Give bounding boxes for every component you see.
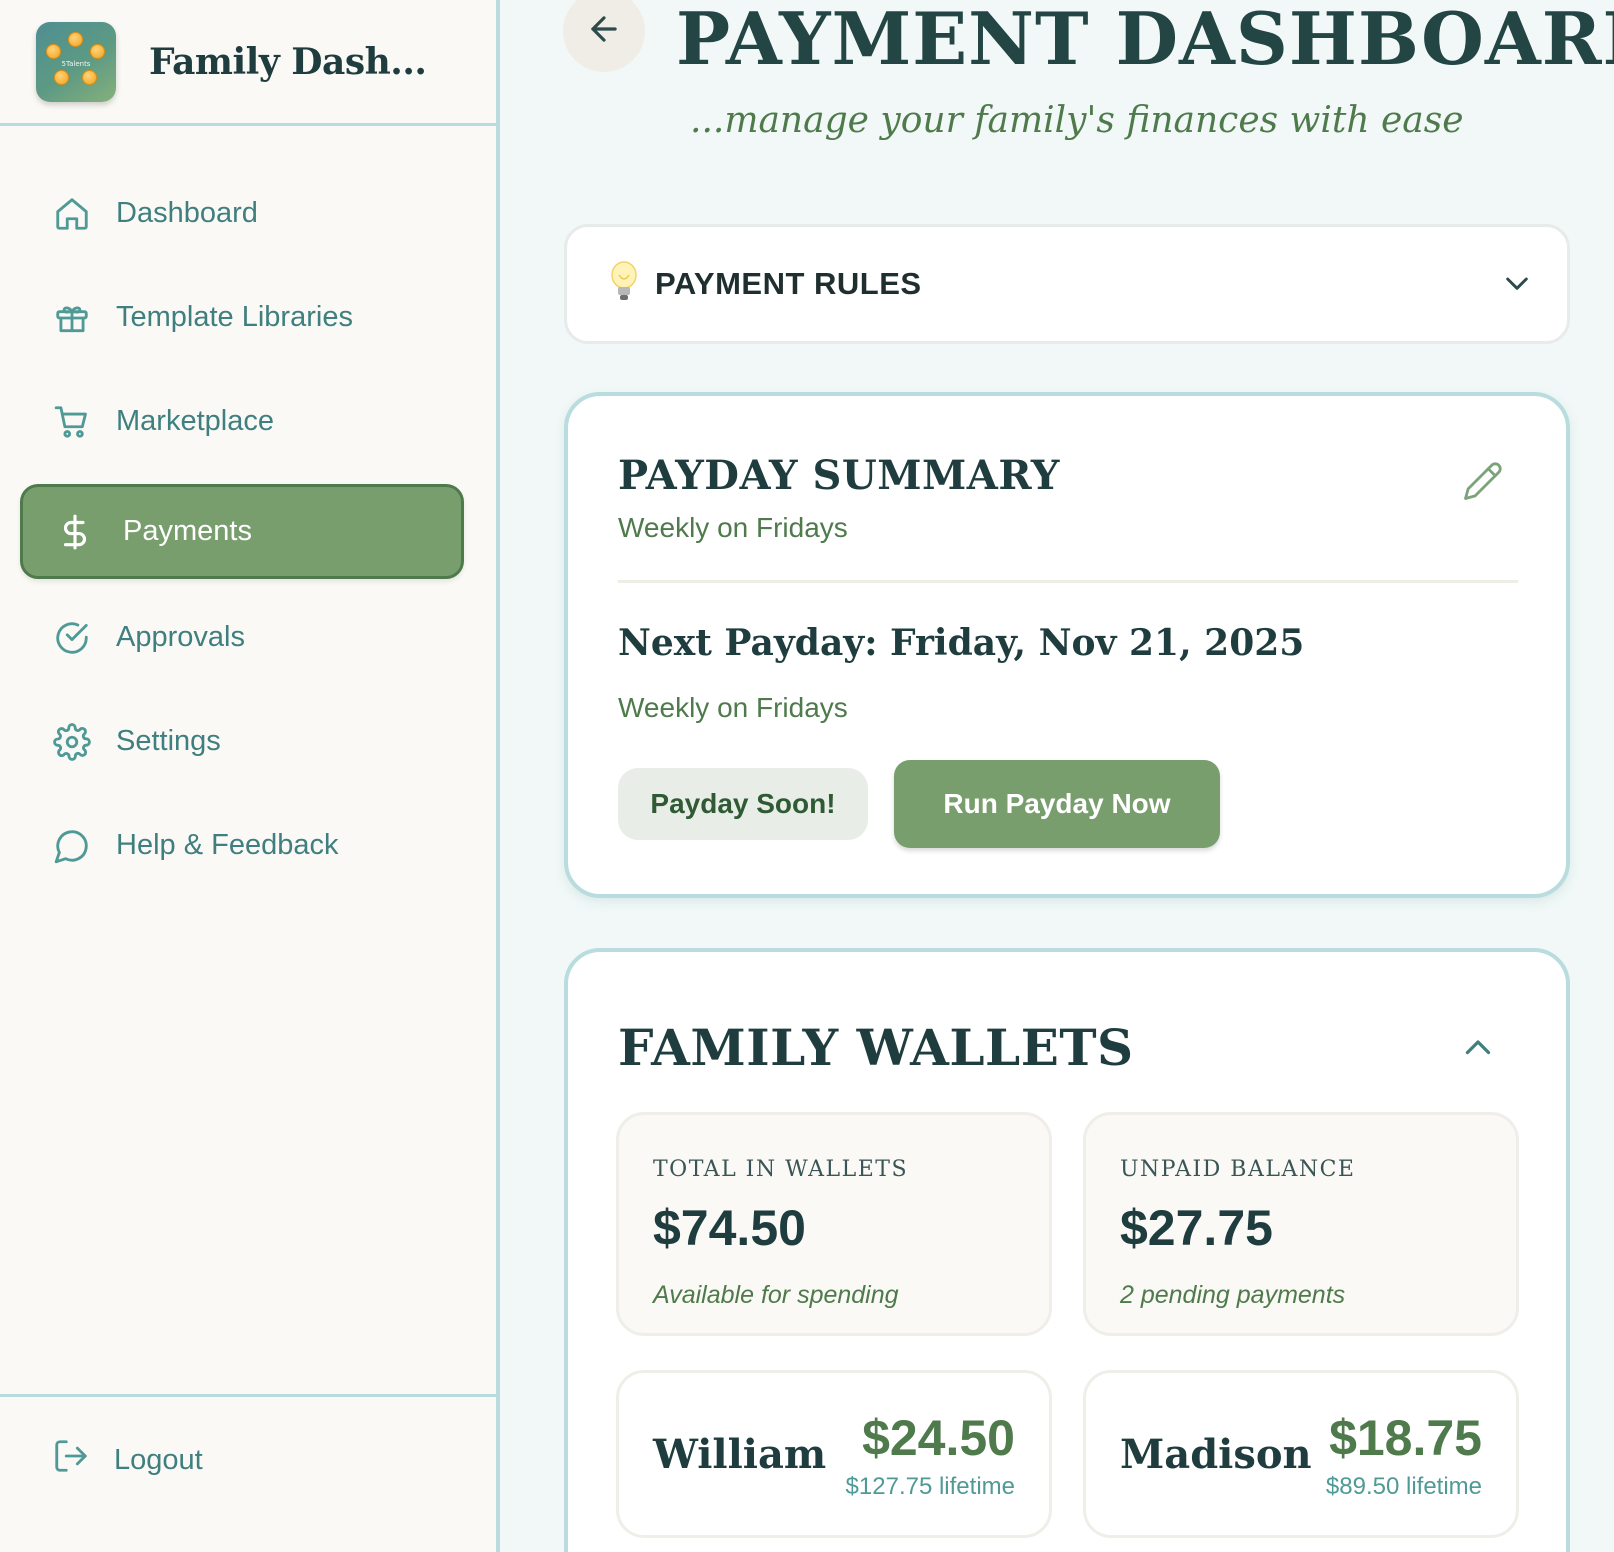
member-balance: $18.75 [1329,1410,1482,1466]
run-payday-button[interactable]: Run Payday Now [894,760,1220,848]
divider [618,580,1518,583]
stat-note: 2 pending payments [1120,1281,1346,1309]
member-name: Madison [1120,1431,1312,1478]
chevron-down-icon [1501,267,1533,304]
sidebar-item-label: Marketplace [116,405,274,437]
chevron-up-icon[interactable] [1460,1030,1496,1071]
sidebar-item-label: Approvals [116,621,245,653]
page-title: PAYMENT DASHBOARD [676,0,1614,81]
page-subtitle: ...manage your family's finances with ea… [690,100,1464,141]
sidebar-item-label: Payments [123,515,252,547]
pencil-icon[interactable] [1462,460,1504,507]
member-lifetime: $127.75 lifetime [845,1473,1015,1500]
next-payday-schedule: Weekly on Fridays [618,692,848,723]
stat-label: TOTAL IN WALLETS [653,1157,909,1182]
dollar-icon [55,512,95,552]
stat-value: $27.75 [1120,1200,1273,1256]
member-name: William [653,1431,827,1478]
sidebar-item-label: Settings [116,725,221,757]
brand-title: Family Dash... [149,40,427,83]
sidebar-item-approvals[interactable]: Approvals [20,590,464,685]
family-wallets-card: FAMILY WALLETS TOTAL IN WALLETS $74.50 A… [564,948,1570,1552]
stat-note: Available for spending [653,1281,899,1309]
member-lifetime: $89.50 lifetime [1325,1473,1482,1500]
sidebar: 5Talents Family Dash... Dashboard Templa… [0,0,500,1552]
sidebar-item-label: Dashboard [116,197,258,229]
logout-button[interactable]: Logout [52,1437,203,1483]
sidebar-item-label: Help & Feedback [116,829,339,861]
payday-schedule: Weekly on Fridays [618,512,848,543]
stat-label: UNPAID BALANCE [1120,1157,1356,1182]
payday-summary-title: PAYDAY SUMMARY [618,452,1060,499]
sidebar-footer: Logout [0,1394,496,1552]
total-in-wallets-card: TOTAL IN WALLETS $74.50 Available for sp… [616,1112,1052,1336]
logout-label: Logout [114,1443,203,1476]
member-balance: $24.50 [862,1410,1015,1466]
sidebar-item-settings[interactable]: Settings [20,694,464,789]
payment-rules-title: PAYMENT RULES [655,266,922,301]
payday-summary-card: PAYDAY SUMMARY Weekly on Fridays Next Pa… [564,392,1570,898]
stat-value: $74.50 [653,1200,806,1256]
next-payday: Next Payday: Friday, Nov 21, 2025 [618,622,1305,664]
home-icon [52,194,92,234]
sidebar-item-payments[interactable]: Payments [20,484,464,579]
chat-bubble-icon [52,826,92,866]
arrow-left-icon [585,10,623,53]
gear-icon [52,722,92,762]
back-button[interactable] [563,0,645,72]
unpaid-balance-card: UNPAID BALANCE $27.75 2 pending payments [1083,1112,1519,1336]
wallet-card-william[interactable]: William $24.50 $127.75 lifetime [616,1370,1052,1538]
app-logo[interactable]: 5Talents [36,21,116,102]
brand-header: 5Talents Family Dash... [0,0,496,126]
sidebar-item-label: Template Libraries [116,301,353,333]
logo-text: 5Talents [61,59,91,68]
gift-icon [52,298,92,338]
check-circle-icon [52,618,92,658]
family-wallets-title: FAMILY WALLETS [618,1018,1134,1077]
sidebar-item-template-libraries[interactable]: Template Libraries [20,270,464,365]
sidebar-item-marketplace[interactable]: Marketplace [20,374,464,469]
wallet-card-madison[interactable]: Madison $18.75 $89.50 lifetime [1083,1370,1519,1538]
logout-icon [52,1437,90,1483]
payment-rules-accordion[interactable]: PAYMENT RULES [564,224,1570,344]
sidebar-item-dashboard[interactable]: Dashboard [20,166,464,261]
payday-soon-badge: Payday Soon! [618,768,868,840]
cart-icon [52,402,92,442]
lightbulb-icon [609,260,639,308]
sidebar-item-help-feedback[interactable]: Help & Feedback [20,798,464,893]
